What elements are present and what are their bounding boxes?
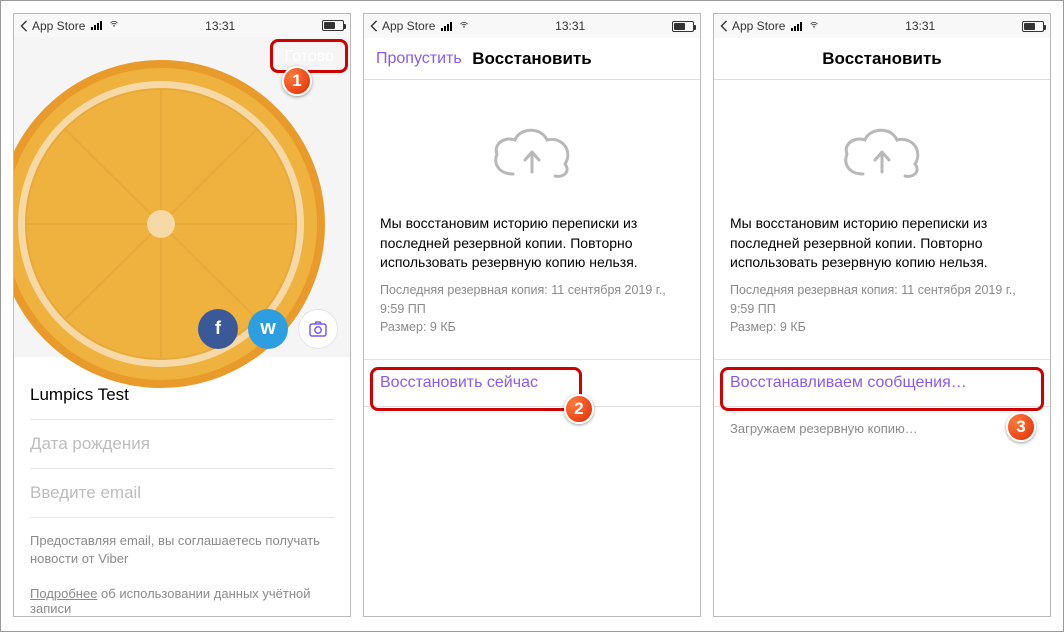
- status-bar: App Store 13:31: [364, 14, 700, 38]
- email-field[interactable]: Введите email: [30, 469, 334, 518]
- phone-screen-profile: App Store 13:31 Готово: [13, 13, 351, 617]
- back-chevron-icon: [370, 20, 378, 32]
- loading-text: Загружаем резервную копию…: [714, 407, 1050, 436]
- cloud-upload-icon: [489, 124, 575, 184]
- back-chevron-icon: [720, 20, 728, 32]
- restoring-status: Восстанавливаем сообщения…: [714, 359, 1050, 407]
- signal-icon: [91, 21, 102, 30]
- camera-button[interactable]: [298, 309, 338, 349]
- cloud-upload-icon: [839, 124, 925, 184]
- restore-description: Мы восстановим историю переписки из посл…: [714, 214, 1050, 281]
- status-bar: App Store 13:31: [714, 14, 1050, 38]
- back-chevron-icon: [20, 20, 28, 32]
- cloud-area: [714, 80, 1050, 214]
- wifi-icon: [810, 19, 818, 34]
- status-bar: App Store 13:31: [14, 14, 350, 37]
- nav-bar: Восстановить: [714, 38, 1050, 80]
- battery-icon: [1022, 21, 1044, 32]
- page-title: Восстановить: [472, 49, 591, 69]
- vk-button[interactable]: w: [248, 309, 288, 349]
- backup-date: Последняя резервная копия: 11 сентября 2…: [714, 281, 1050, 319]
- restore-now-button[interactable]: Восстановить сейчас: [364, 359, 700, 407]
- statusbar-back-label[interactable]: App Store: [32, 19, 85, 33]
- statusbar-time: 13:31: [205, 19, 235, 33]
- page-title: Восстановить: [822, 49, 941, 69]
- battery-icon: [672, 21, 694, 32]
- backup-date: Последняя резервная копия: 11 сентября 2…: [364, 281, 700, 319]
- facebook-button[interactable]: f: [198, 309, 238, 349]
- skip-button[interactable]: Пропустить: [376, 50, 462, 68]
- facebook-icon: f: [215, 318, 221, 339]
- nav-bar: Пропустить Восстановить: [364, 38, 700, 80]
- more-info-line[interactable]: Подробнее об использовании данных учётно…: [14, 568, 350, 616]
- statusbar-back-label[interactable]: App Store: [382, 19, 435, 33]
- statusbar-back-label[interactable]: App Store: [732, 19, 785, 33]
- signal-icon: [441, 22, 452, 31]
- signal-icon: [791, 22, 802, 31]
- battery-icon: [322, 20, 344, 31]
- more-link[interactable]: Подробнее: [30, 586, 97, 601]
- statusbar-time: 13:31: [555, 19, 585, 33]
- profile-hero: Готово: [14, 37, 350, 357]
- social-row: f w: [198, 309, 338, 349]
- wifi-icon: [460, 19, 468, 34]
- phone-screen-restore-prompt: App Store 13:31 Пропустить Восстановить …: [363, 13, 701, 617]
- cloud-area: [364, 80, 700, 214]
- restore-description: Мы восстановим историю переписки из посл…: [364, 214, 700, 281]
- statusbar-time: 13:31: [905, 19, 935, 33]
- backup-size: Размер: 9 КБ: [714, 318, 1050, 337]
- vk-icon: w: [260, 317, 276, 340]
- wifi-icon: [110, 18, 118, 33]
- backup-size: Размер: 9 КБ: [364, 318, 700, 337]
- birthdate-field[interactable]: Дата рождения: [30, 420, 334, 469]
- phone-screen-restore-progress: App Store 13:31 Восстановить Мы восстано…: [713, 13, 1051, 617]
- email-disclaimer: Предоставляя email, вы соглашаетесь полу…: [14, 518, 350, 568]
- camera-icon: [309, 321, 327, 337]
